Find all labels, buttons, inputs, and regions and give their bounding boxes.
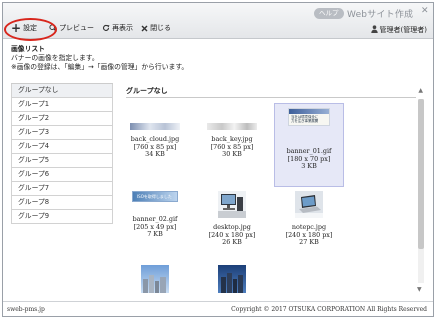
image-thumbnail: [207, 123, 257, 130]
image-filesize: 7 KB: [147, 230, 163, 239]
image-thumbnail: [130, 123, 180, 130]
image-list-pane: グループなし ▲ back_cloud.jpg [760 x 85 px] 34…: [120, 83, 426, 295]
sidebar-item-label: グループ1: [18, 100, 50, 108]
sidebar-item-label: グループ8: [18, 198, 50, 206]
description-line-2: ※画像の登録は、「編集」→「画像の管理」から行います。: [11, 63, 189, 71]
settings-label: 設定: [23, 24, 38, 32]
description-line-1: バナーの画像を指定します。: [11, 54, 99, 62]
app-window: ヘルプ Webサイト作成 ✕ + 設定 プレビュー 再表示 閉じる 管理者(管理…: [2, 2, 434, 317]
image-thumbnail: ISOを取得しました: [132, 191, 178, 202]
preview-label: プレビュー: [59, 24, 95, 32]
sidebar-item-label: グループ5: [18, 156, 50, 164]
footer-site: sweb-pms.jp: [7, 306, 45, 313]
scrollbar[interactable]: [418, 99, 424, 283]
image-thumbnail: [218, 265, 246, 293]
description: 画像リスト バナーの画像を指定します。 ※画像の登録は、「編集」→「画像の管理」…: [11, 45, 188, 72]
divider: [126, 97, 416, 98]
sidebar-item-group-8[interactable]: グループ8: [11, 196, 113, 210]
sidebar-item-label: グループ4: [18, 142, 50, 150]
image-thumbnail: [218, 191, 246, 218]
header-bar: ヘルプ Webサイト作成 ✕ + 設定 プレビュー 再表示 閉じる 管理者(管理…: [3, 3, 433, 41]
sidebar-item-group-7[interactable]: グループ7: [11, 182, 113, 196]
toolbar: + 設定 プレビュー 再表示 閉じる: [3, 18, 179, 41]
image-thumbnail: [295, 191, 323, 218]
app-title: Webサイト作成: [347, 10, 414, 20]
image-tile-back-key[interactable]: back_key.jpg [760 x 85 px] 30 KB: [197, 121, 267, 185]
sidebar-item-label: グループ9: [18, 212, 50, 220]
close-button[interactable]: 閉じる: [141, 20, 171, 36]
footer-copyright: Copyright © 2017 OTSUKA CORPORATION All …: [231, 306, 427, 313]
user-icon: [370, 25, 378, 35]
scroll-up-icon[interactable]: ▲: [418, 87, 423, 94]
user-menu[interactable]: 管理者(管理者): [370, 25, 427, 35]
reload-button[interactable]: 再表示: [102, 20, 133, 36]
sidebar-item-group-3[interactable]: グループ3: [11, 126, 113, 140]
image-filesize: 3 KB: [301, 162, 317, 171]
user-label: 管理者(管理者): [379, 26, 427, 34]
image-filesize: 26 KB: [222, 238, 242, 247]
sidebar-item-label: グループ2: [18, 114, 50, 122]
image-filesize: 30 KB: [222, 150, 242, 159]
sidebar-item-label: グループ7: [18, 184, 50, 192]
image-thumbnail: 当社は環境保全に 力を注ぎ事業展開: [288, 108, 330, 126]
banner-text: 当社は環境保全に 力を注ぎ事業展開: [291, 115, 319, 123]
close-window-icon[interactable]: ✕: [421, 6, 429, 16]
sidebar-item-group-5[interactable]: グループ5: [11, 154, 113, 168]
image-filesize: 34 KB: [145, 150, 165, 159]
sidebar-item-group-1[interactable]: グループ1: [11, 98, 113, 112]
sidebar-item-group-2[interactable]: グループ2: [11, 112, 113, 126]
settings-button[interactable]: + 設定: [3, 18, 58, 41]
banner-text: ISOを取得しました: [137, 194, 172, 199]
reload-label: 再表示: [112, 24, 134, 32]
x-icon: [141, 25, 148, 32]
sidebar-item-group-9[interactable]: グループ9: [11, 210, 113, 224]
image-tile-notepc[interactable]: notepc.jpg [240 x 180 px] 27 KB: [274, 191, 344, 255]
image-filesize: 27 KB: [299, 238, 319, 247]
image-tile-city[interactable]: [120, 265, 190, 295]
sidebar-item-label: グループ6: [18, 170, 50, 178]
image-tile-night-city[interactable]: [197, 265, 267, 295]
scrollbar-thumb[interactable]: [418, 99, 424, 249]
scroll-down-icon[interactable]: ▼: [417, 286, 422, 293]
image-thumbnail: [141, 265, 169, 293]
plus-icon: +: [11, 21, 22, 35]
close-label: 閉じる: [150, 24, 172, 32]
section-title: 画像リスト: [11, 45, 45, 53]
sidebar-item-label: グループなし: [18, 86, 59, 94]
image-tile-banner-01[interactable]: 当社は環境保全に 力を注ぎ事業展開 banner_01.gif [180 x 7…: [274, 103, 344, 187]
image-tile-back-cloud[interactable]: back_cloud.jpg [760 x 85 px] 34 KB: [120, 121, 190, 185]
sidebar-item-group-4[interactable]: グループ4: [11, 140, 113, 154]
group-heading: グループなし: [126, 87, 168, 95]
refresh-icon: [102, 24, 110, 32]
sidebar-item-no-group[interactable]: グループなし: [11, 84, 113, 98]
sidebar-item-label: グループ3: [18, 128, 50, 136]
help-button[interactable]: ヘルプ: [314, 8, 344, 19]
footer: sweb-pms.jp Copyright © 2017 OTSUKA CORP…: [3, 301, 433, 316]
image-tile-banner-02[interactable]: ISOを取得しました banner_02.gif [205 x 49 px] 7…: [120, 191, 190, 255]
group-sidebar: グループなし グループ1 グループ2 グループ3 グループ4 グループ5 グルー…: [11, 83, 113, 224]
image-tile-desktop[interactable]: desktop.jpg [240 x 180 px] 26 KB: [197, 191, 267, 255]
sidebar-item-group-6[interactable]: グループ6: [11, 168, 113, 182]
